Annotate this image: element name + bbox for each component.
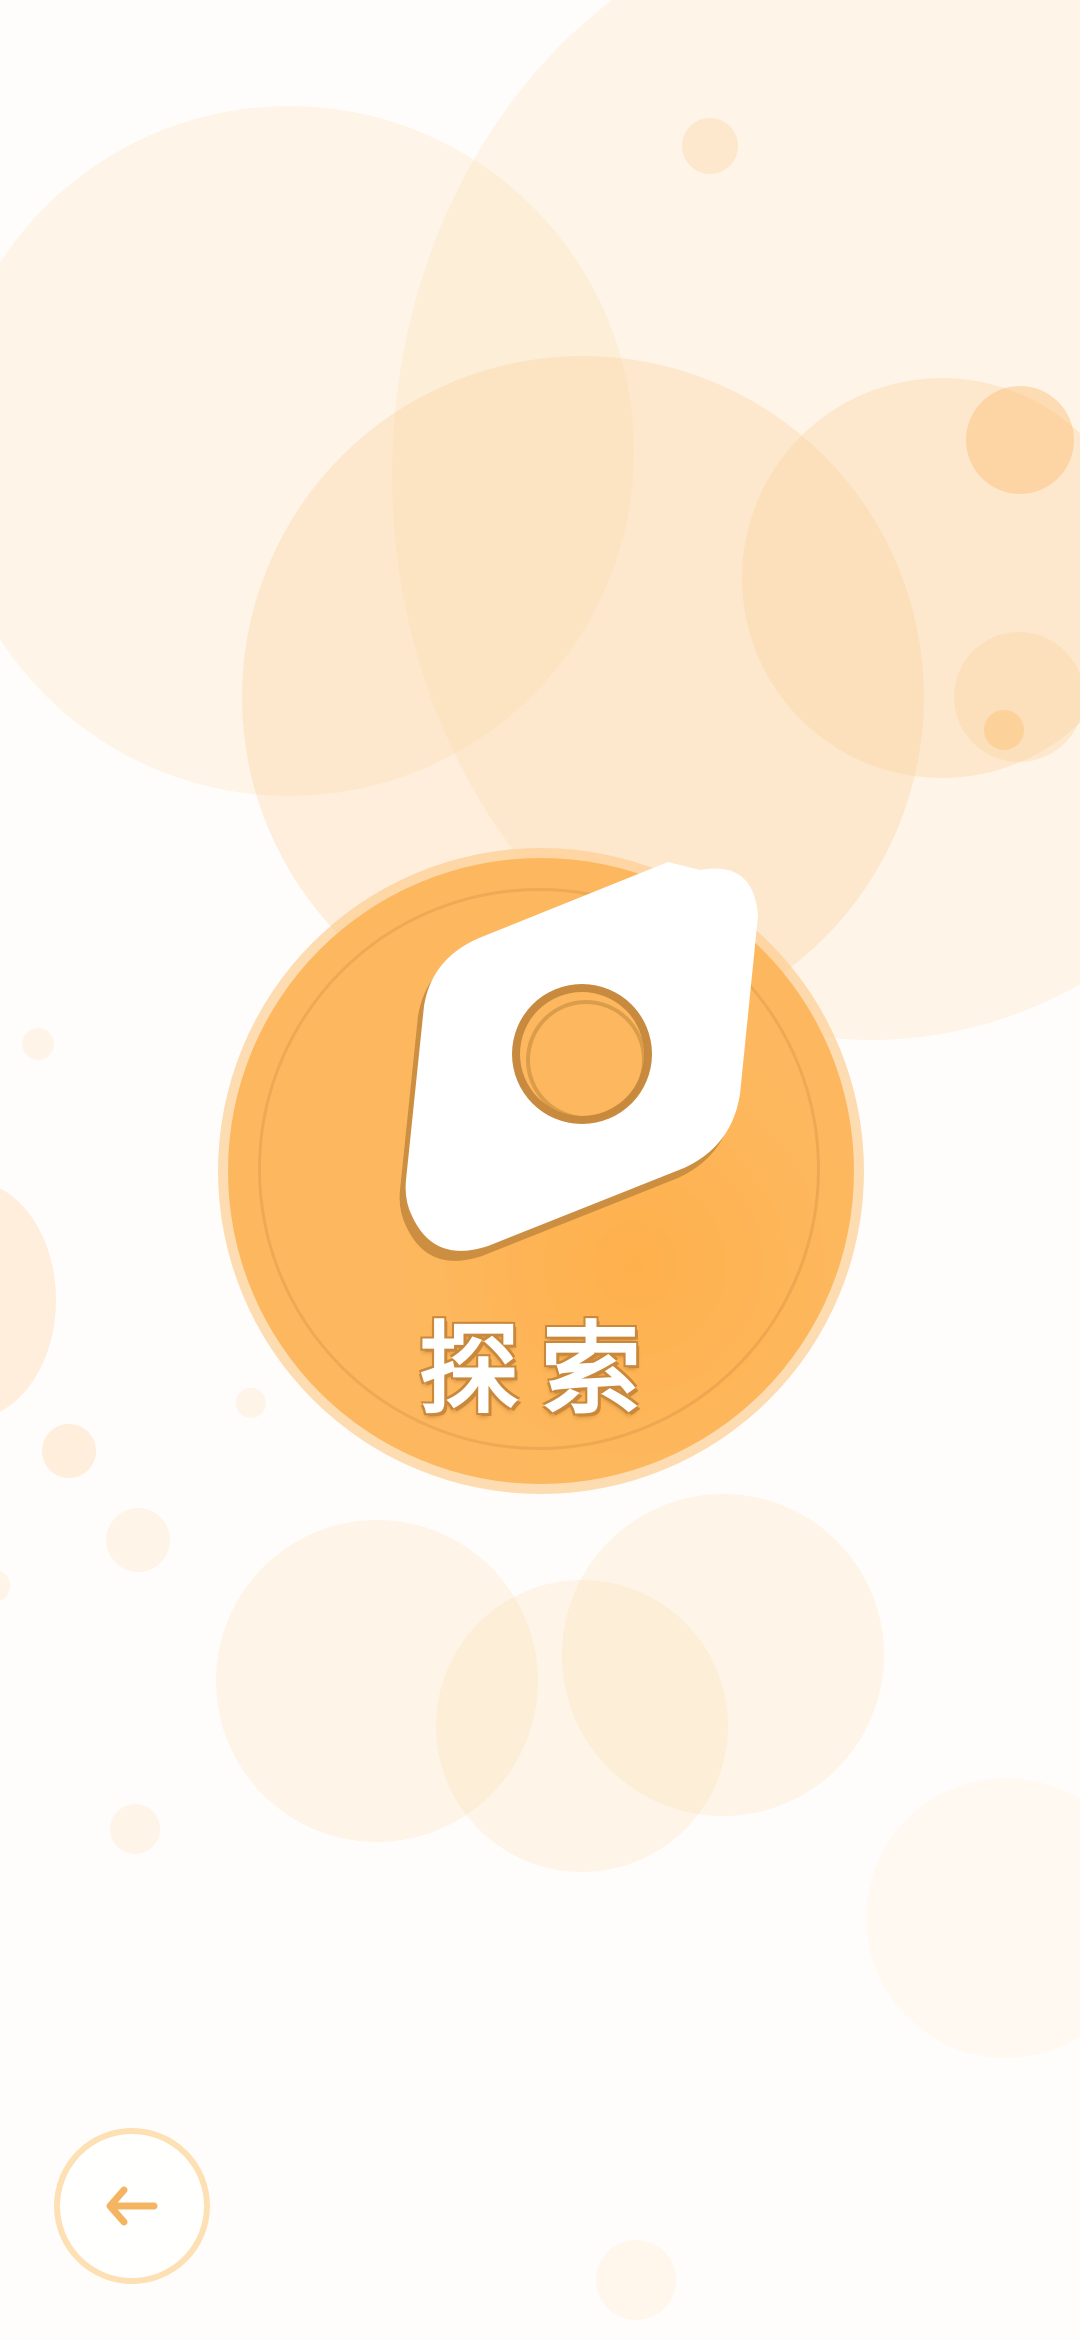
background-bubble [22,1028,54,1060]
explore-button-wrapper: 探索 [228,858,854,1484]
explore-label: 探索 [419,1311,663,1428]
background-bubble [966,386,1074,494]
explore-screen: 探索 [0,0,1080,2340]
back-arrow-icon [106,2186,158,2226]
background-bubble [0,1570,10,1602]
background-bubble [106,1508,170,1572]
background-bubble [0,1180,56,1420]
explore-button[interactable]: 探索 [228,858,854,1484]
background-bubble [42,1424,96,1478]
compass-icon [399,862,758,1261]
background-bubble [562,1494,884,1816]
background-bubble [984,710,1024,750]
background-bubble [866,1778,1080,2058]
background-bubble [596,2240,676,2320]
background-bubble [682,118,738,174]
background-bubble [110,1804,160,1854]
back-button[interactable] [54,2128,210,2284]
